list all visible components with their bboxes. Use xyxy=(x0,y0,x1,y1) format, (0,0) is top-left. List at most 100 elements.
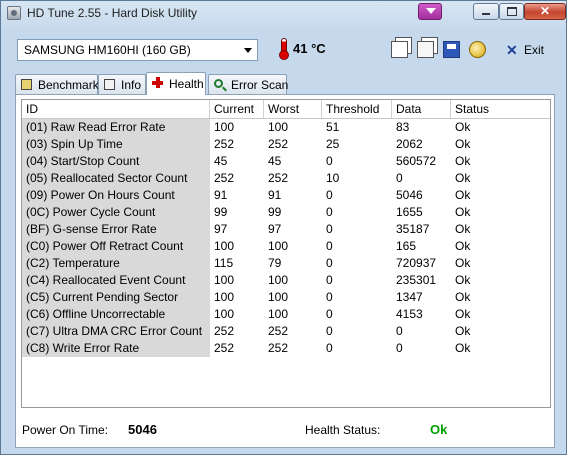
tab-label: Error Scan xyxy=(231,78,289,92)
table-row[interactable]: (01) Raw Read Error Rate 100 100 51 83 Ok xyxy=(22,119,550,136)
tab-label: Info xyxy=(121,78,142,92)
cell-id: (C7) Ultra DMA CRC Error Count xyxy=(22,323,210,340)
cell-threshold: 25 xyxy=(326,137,340,151)
column-header-worst[interactable]: Worst xyxy=(264,100,322,118)
minimize-icon xyxy=(482,13,490,15)
cell-status: Ok xyxy=(455,239,471,253)
cell-current: 45 xyxy=(214,154,228,168)
tab-label: Health xyxy=(169,77,204,91)
cell-current: 115 xyxy=(214,256,234,270)
table-row[interactable]: (C4) Reallocated Event Count 100 100 0 23530… xyxy=(22,272,550,289)
cell-current: 97 xyxy=(214,222,228,236)
health-status-label: Health Status: xyxy=(305,423,381,437)
column-header-data[interactable]: Data xyxy=(392,100,451,118)
cell-current: 91 xyxy=(214,188,228,202)
cell-status: Ok xyxy=(455,273,471,287)
download-button[interactable] xyxy=(418,3,442,20)
toolbar: SAMSUNG HM160HI (160 GB) 41 °C ✕ Exit xyxy=(1,27,566,72)
table-row[interactable]: (04) Start/Stop Count 45 45 0 560572 Ok xyxy=(22,153,550,170)
health-status-value: Ok xyxy=(430,422,448,437)
cell-id: (04) Start/Stop Count xyxy=(22,153,210,170)
table-row[interactable]: (BF) G-sense Error Rate 97 97 0 35187 Ok xyxy=(22,221,550,238)
column-header-current[interactable]: Current xyxy=(210,100,264,118)
table-row[interactable]: (C2) Temperature 115 79 0 720937 Ok xyxy=(22,255,550,272)
window-title: HD Tune 2.55 - Hard Disk Utility xyxy=(27,6,198,20)
tab-info[interactable]: Info xyxy=(98,74,146,94)
table-header: ID Current Worst Threshold Data Status xyxy=(22,100,550,119)
power-on-time-label: Power On Time: xyxy=(22,423,109,437)
cell-status: Ok xyxy=(455,290,471,304)
cell-worst: 100 xyxy=(268,273,289,287)
close-button[interactable]: ✕ xyxy=(524,3,566,20)
cell-worst: 79 xyxy=(268,256,282,270)
smart-table[interactable]: ID Current Worst Threshold Data Status (… xyxy=(21,99,551,408)
info-icon xyxy=(104,79,115,90)
table-row[interactable]: (C7) Ultra DMA CRC Error Count 252 252 0 0 Ok xyxy=(22,323,550,340)
cell-status: Ok xyxy=(455,222,471,236)
cell-threshold: 0 xyxy=(326,188,333,202)
copy-text-icon[interactable] xyxy=(391,41,408,58)
cell-data: 5046 xyxy=(396,188,423,202)
cell-worst: 252 xyxy=(268,341,289,355)
table-row[interactable]: (05) Reallocated Sector Count 252 252 10 0 Ok xyxy=(22,170,550,187)
column-header-threshold[interactable]: Threshold xyxy=(322,100,392,118)
cell-current: 100 xyxy=(214,239,235,253)
table-row[interactable]: (03) Spin Up Time 252 252 25 2062 Ok xyxy=(22,136,550,153)
column-header-id[interactable]: ID xyxy=(22,100,210,118)
exit-button[interactable]: Exit xyxy=(524,43,544,57)
cell-data: 560572 xyxy=(396,154,437,168)
cell-current: 252 xyxy=(214,171,235,185)
cell-id: (05) Reallocated Sector Count xyxy=(22,170,210,187)
cell-worst: 100 xyxy=(268,120,289,134)
maximize-button[interactable] xyxy=(499,3,524,20)
temperature-readout: 41 °C xyxy=(293,41,326,56)
cell-id: (0C) Power Cycle Count xyxy=(22,204,210,221)
cell-id: (03) Spin Up Time xyxy=(22,136,210,153)
table-row[interactable]: (09) Power On Hours Count 91 91 0 5046 Ok xyxy=(22,187,550,204)
cell-current: 99 xyxy=(214,205,228,219)
cell-current: 100 xyxy=(214,273,235,287)
column-header-status[interactable]: Status xyxy=(451,100,550,118)
cell-id: (C0) Power Off Retract Count xyxy=(22,238,210,255)
save-icon[interactable] xyxy=(443,41,460,58)
title-bar[interactable]: HD Tune 2.55 - Hard Disk Utility ✕ xyxy=(1,1,566,27)
cell-worst: 100 xyxy=(268,239,289,253)
cell-status: Ok xyxy=(455,307,471,321)
tab-bar: Benchmark Info Health Error Scan xyxy=(15,72,555,95)
table-row[interactable]: (C8) Write Error Rate 252 252 0 0 Ok xyxy=(22,340,550,357)
tab-benchmark[interactable]: Benchmark xyxy=(15,74,99,94)
cell-current: 100 xyxy=(214,120,235,134)
magnifier-icon xyxy=(214,79,223,88)
cell-threshold: 0 xyxy=(326,341,333,355)
cell-data: 2062 xyxy=(396,137,423,151)
drive-select[interactable]: SAMSUNG HM160HI (160 GB) xyxy=(17,39,258,61)
cell-threshold: 0 xyxy=(326,273,333,287)
cell-threshold: 10 xyxy=(326,171,340,185)
copy-screenshot-icon[interactable] xyxy=(417,41,434,58)
cell-status: Ok xyxy=(455,154,471,168)
cell-data: 1347 xyxy=(396,290,423,304)
cell-status: Ok xyxy=(455,256,471,270)
cell-id: (C2) Temperature xyxy=(22,255,210,272)
tab-error-scan[interactable]: Error Scan xyxy=(208,74,289,94)
drive-select-value: SAMSUNG HM160HI (160 GB) xyxy=(24,43,191,57)
tab-health[interactable]: Health xyxy=(146,72,206,95)
exit-icon[interactable]: ✕ xyxy=(506,42,518,59)
table-row[interactable]: (C0) Power Off Retract Count 100 100 0 165 Ok xyxy=(22,238,550,255)
cell-status: Ok xyxy=(455,137,471,151)
options-icon[interactable] xyxy=(469,41,486,58)
cell-status: Ok xyxy=(455,171,471,185)
cell-current: 100 xyxy=(214,290,235,304)
cell-id: (BF) G-sense Error Rate xyxy=(22,221,210,238)
health-cross-icon xyxy=(152,77,163,88)
cell-worst: 100 xyxy=(268,290,289,304)
table-row[interactable]: (C5) Current Pending Sector 100 100 0 1347 Ok xyxy=(22,289,550,306)
cell-threshold: 0 xyxy=(326,222,333,236)
table-row[interactable]: (C6) Offline Uncorrectable 100 100 0 4153 Ok xyxy=(22,306,550,323)
cell-worst: 252 xyxy=(268,171,289,185)
cell-worst: 252 xyxy=(268,324,289,338)
cell-data: 0 xyxy=(396,171,403,185)
cell-data: 0 xyxy=(396,341,403,355)
table-row[interactable]: (0C) Power Cycle Count 99 99 0 1655 Ok xyxy=(22,204,550,221)
minimize-button[interactable] xyxy=(473,3,499,20)
